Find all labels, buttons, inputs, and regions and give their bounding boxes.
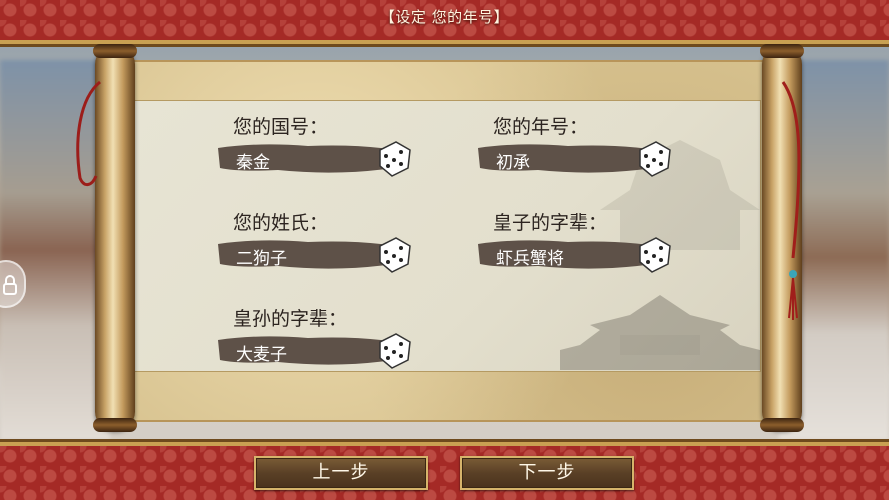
surname-field[interactable]: 二狗子 bbox=[218, 234, 414, 274]
page-title: 【设定 您的年号】 bbox=[379, 8, 510, 26]
grandson-generation-label: 皇孙的字辈： bbox=[233, 308, 348, 330]
top-banner: 【设定 您的年号】 bbox=[0, 0, 889, 44]
surname-value: 二狗子 bbox=[236, 249, 287, 269]
prince-generation-value: 虾兵蟹将 bbox=[496, 249, 564, 269]
dice-icon[interactable] bbox=[634, 138, 674, 178]
dice-icon[interactable] bbox=[374, 330, 414, 370]
era-name-label: 您的年号： bbox=[493, 116, 589, 138]
dice-icon[interactable] bbox=[374, 138, 414, 178]
bottom-banner bbox=[0, 442, 889, 500]
dice-icon[interactable] bbox=[374, 234, 414, 274]
country-name-value: 秦金 bbox=[236, 153, 270, 173]
prince-generation-field[interactable]: 虾兵蟹将 bbox=[478, 234, 674, 274]
surname-label: 您的姓氏： bbox=[233, 212, 329, 234]
era-name-value: 初承 bbox=[496, 153, 530, 173]
era-name-field[interactable]: 初承 bbox=[478, 138, 674, 178]
grandson-generation-field[interactable]: 大麦子 bbox=[218, 330, 414, 370]
pagoda-silhouette bbox=[560, 295, 760, 370]
next-step-button[interactable]: 下一步 bbox=[460, 456, 634, 490]
lock-icon[interactable] bbox=[0, 260, 26, 308]
dice-icon[interactable] bbox=[634, 234, 674, 274]
country-name-field[interactable]: 秦金 bbox=[218, 138, 414, 178]
prince-generation-label: 皇子的字辈： bbox=[493, 212, 608, 234]
grandson-generation-value: 大麦子 bbox=[236, 345, 287, 365]
red-tassel-right bbox=[781, 81, 801, 320]
red-cord-left bbox=[76, 80, 101, 186]
previous-step-button[interactable]: 上一步 bbox=[254, 456, 428, 490]
country-name-label: 您的国号： bbox=[233, 116, 329, 138]
